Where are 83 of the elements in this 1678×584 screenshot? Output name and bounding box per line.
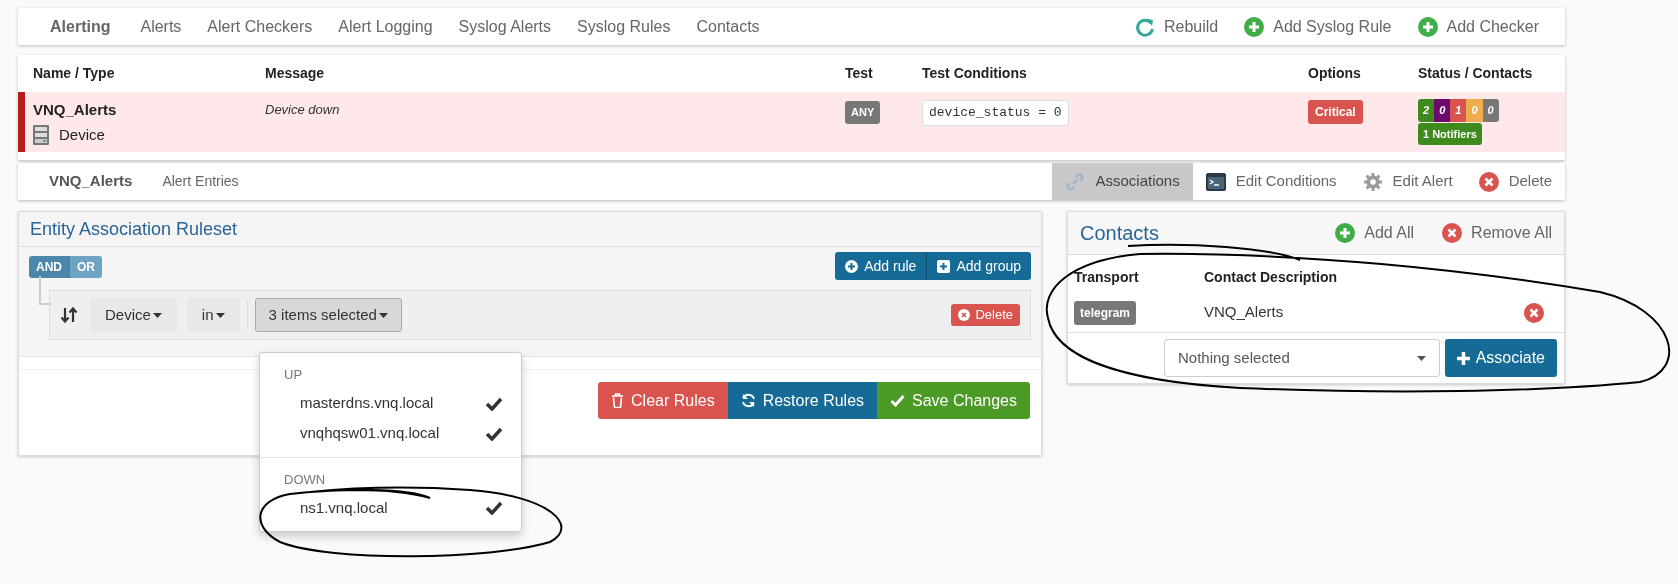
nav-link[interactable]: Alert Logging [338,14,433,39]
action-button[interactable]: Save Changes [877,382,1030,419]
group-header: UP [283,366,304,384]
field-dropdown[interactable]: Device [90,298,177,332]
gear-icon [1362,171,1383,192]
column-header: Status / Contacts [1418,64,1534,83]
nav-action-link[interactable]: Add Checker [1417,14,1539,39]
plus-circle-icon [845,259,859,273]
message-text: Device down [265,101,341,119]
nav-tab[interactable]: Delete [1465,163,1565,200]
column-header: Transport [1074,267,1140,287]
sort-icon [60,306,78,324]
refresh-icon [740,393,756,408]
plus-circle-icon [1335,223,1356,243]
terminal-icon [1205,172,1226,191]
notifiers-label: 1 Notifiers [1418,122,1482,145]
nav-link[interactable]: Alert Entries [162,171,239,192]
condition-code: device_status = 0 [922,100,1069,126]
close-icon [1524,302,1544,323]
action-button[interactable]: Restore Rules [727,382,878,419]
severity-label: Critical [1308,100,1363,124]
close-icon [958,309,971,321]
close-icon [1442,223,1463,243]
column-header: Test Conditions [922,64,1028,83]
panel-action-link[interactable]: Remove All [1442,221,1552,245]
refresh-icon [1134,16,1155,37]
nav-link[interactable]: Alert Checkers [207,14,313,39]
action-button[interactable]: Clear Rules [598,382,728,419]
nav-link[interactable]: Contacts [696,14,760,39]
operator-dropdown[interactable]: in [186,298,240,332]
panel-action-link[interactable]: Add All [1335,221,1415,245]
plus-square-icon [937,259,951,273]
close-icon [1478,171,1499,192]
panel-title: Entity Association Ruleset [30,217,238,241]
group-header: DOWN [283,470,327,489]
link-icon [1065,171,1086,192]
caret-icon [215,312,225,318]
contact-description: VNQ_Alerts [1204,302,1285,323]
caret-icon [1416,355,1426,361]
condition-toggle[interactable]: AND [29,256,70,278]
delete-button[interactable]: Delete [951,304,1020,326]
nav-link[interactable]: Syslog Rules [577,14,671,39]
plus-circle-icon [1244,16,1265,37]
add-button[interactable]: Add rule [835,252,928,280]
caret-icon [378,312,388,318]
nav-action-link[interactable]: Rebuild [1134,14,1219,39]
check-icon [485,426,503,441]
associate-button[interactable]: Associate [1444,339,1557,377]
column-header: Contact Description [1204,267,1338,287]
nav-tab[interactable]: Associations [1052,163,1193,200]
contact-select[interactable]: Nothing selected [1164,339,1440,377]
nav-link[interactable]: Alerts [140,14,182,39]
check-icon [890,394,906,407]
plus-circle-icon [1417,16,1438,37]
caret-icon [152,312,162,318]
column-header: Message [265,64,326,83]
column-header: Options [1308,64,1362,83]
nav-link[interactable]: Syslog Alerts [458,14,552,39]
nav-action-link[interactable]: Add Syslog Rule [1244,14,1392,39]
trash-icon [611,393,625,408]
check-icon [485,396,503,411]
plus-icon [1456,351,1470,365]
alert-type: Device [59,124,105,145]
nav-brand[interactable]: VNQ_Alerts [49,170,133,193]
column-header: Name / Type [33,64,116,83]
check-icon [485,501,503,515]
nav-brand[interactable]: Alerting [50,14,111,39]
server-icon [33,124,49,145]
status-count: 0 [1466,99,1483,122]
column-header: Test [845,64,874,83]
alert-name: VNQ_Alerts [33,100,118,120]
multiselect-dropdown[interactable]: 3 items selected [254,298,402,332]
panel-title: Contacts [1080,221,1159,246]
test-label: ANY [845,101,881,124]
menu-item[interactable]: masterdns.vnq.local [260,388,521,419]
menu-item[interactable]: vnqhqsw01.vnq.local [260,418,521,449]
status-count: 1 [1450,99,1467,122]
nav-tab[interactable]: Edit Alert [1349,163,1466,200]
add-button[interactable]: Add group [927,252,1031,280]
status-count: 0 [1434,99,1451,122]
transport-label: telegram [1074,301,1137,325]
status-count: 2 [1418,99,1435,122]
nav-tab[interactable]: Edit Conditions [1192,163,1350,200]
